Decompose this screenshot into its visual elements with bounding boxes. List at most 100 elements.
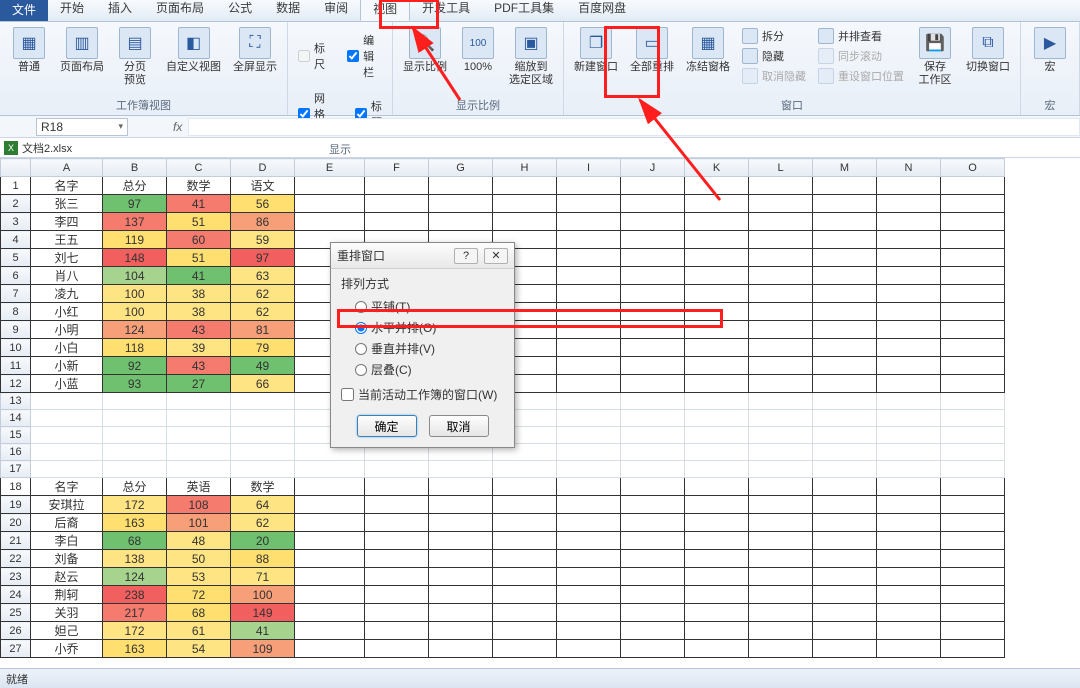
cell[interactable]	[493, 640, 557, 658]
cell[interactable]	[429, 604, 493, 622]
cell[interactable]	[685, 514, 749, 532]
cell[interactable]	[813, 195, 877, 213]
btn-custom-views[interactable]: ◧自定义视图	[162, 25, 225, 76]
cell[interactable]	[685, 177, 749, 195]
cell[interactable]	[557, 568, 621, 586]
row-header-1[interactable]: 1	[1, 177, 31, 195]
cell[interactable]	[365, 568, 429, 586]
cell[interactable]: 50	[167, 550, 231, 568]
cell[interactable]	[749, 357, 813, 375]
cell[interactable]	[429, 213, 493, 231]
cell[interactable]: 64	[231, 496, 295, 514]
cell[interactable]	[877, 393, 941, 410]
cell[interactable]	[621, 410, 685, 427]
cell[interactable]	[749, 514, 813, 532]
cell[interactable]	[877, 550, 941, 568]
cell[interactable]	[813, 550, 877, 568]
cell[interactable]	[813, 568, 877, 586]
tab-file[interactable]: 文件	[0, 0, 48, 21]
cell[interactable]	[685, 393, 749, 410]
cell[interactable]: 62	[231, 285, 295, 303]
cell[interactable]	[685, 321, 749, 339]
cell[interactable]: 安琪拉	[31, 496, 103, 514]
cell[interactable]: 38	[167, 303, 231, 321]
cell[interactable]	[877, 285, 941, 303]
radio-tiled[interactable]: 平铺(T)	[341, 296, 504, 317]
col-header-F[interactable]: F	[365, 159, 429, 177]
cell[interactable]: 48	[167, 532, 231, 550]
col-header-I[interactable]: I	[557, 159, 621, 177]
cell[interactable]	[877, 231, 941, 249]
cell[interactable]	[749, 195, 813, 213]
cell[interactable]	[621, 478, 685, 496]
cell[interactable]	[685, 231, 749, 249]
cell[interactable]	[295, 532, 365, 550]
cell[interactable]: 100	[103, 303, 167, 321]
cell[interactable]	[877, 514, 941, 532]
cell[interactable]	[621, 640, 685, 658]
cell[interactable]	[493, 622, 557, 640]
cell[interactable]	[557, 393, 621, 410]
cell[interactable]	[621, 303, 685, 321]
cell[interactable]	[365, 496, 429, 514]
col-header-B[interactable]: B	[103, 159, 167, 177]
cell[interactable]	[941, 478, 1005, 496]
cell[interactable]: 20	[231, 532, 295, 550]
cell[interactable]	[685, 444, 749, 461]
cell[interactable]: 小白	[31, 339, 103, 357]
row-header-27[interactable]: 27	[1, 640, 31, 658]
cell[interactable]	[685, 604, 749, 622]
cell[interactable]	[813, 285, 877, 303]
formula-input[interactable]	[188, 118, 1080, 136]
cell[interactable]	[167, 393, 231, 410]
cell[interactable]	[685, 478, 749, 496]
cell[interactable]	[557, 195, 621, 213]
cell[interactable]: 59	[231, 231, 295, 249]
btn-page-layout[interactable]: ▥页面布局	[56, 25, 108, 76]
cell[interactable]	[749, 375, 813, 393]
cell[interactable]	[749, 285, 813, 303]
cell[interactable]	[295, 195, 365, 213]
cell[interactable]	[429, 568, 493, 586]
row-header-22[interactable]: 22	[1, 550, 31, 568]
cell[interactable]: 刘七	[31, 249, 103, 267]
cell[interactable]: 101	[167, 514, 231, 532]
cell[interactable]	[941, 410, 1005, 427]
cell[interactable]	[429, 514, 493, 532]
cell[interactable]	[31, 427, 103, 444]
cell[interactable]: 118	[103, 339, 167, 357]
cell[interactable]	[295, 604, 365, 622]
cell[interactable]	[231, 427, 295, 444]
chk-active-workbook-only[interactable]: 当前活动工作簿的窗口(W)	[341, 380, 504, 409]
cell[interactable]	[941, 339, 1005, 357]
cell[interactable]	[557, 461, 621, 478]
row-header-24[interactable]: 24	[1, 586, 31, 604]
cell[interactable]	[685, 427, 749, 444]
cell[interactable]: 刘备	[31, 550, 103, 568]
cell[interactable]	[31, 410, 103, 427]
cell[interactable]	[685, 550, 749, 568]
cell[interactable]	[231, 393, 295, 410]
cell[interactable]	[941, 231, 1005, 249]
cell[interactable]: 27	[167, 375, 231, 393]
cell[interactable]	[877, 357, 941, 375]
row-header-18[interactable]: 18	[1, 478, 31, 496]
cell[interactable]	[493, 478, 557, 496]
cell[interactable]	[429, 532, 493, 550]
btn-save-workspace[interactable]: 💾保存 工作区	[912, 25, 958, 89]
cell[interactable]	[365, 213, 429, 231]
cell[interactable]	[813, 640, 877, 658]
cell[interactable]	[557, 213, 621, 231]
cell[interactable]	[685, 375, 749, 393]
btn-page-break-preview[interactable]: ▤分页 预览	[112, 25, 158, 89]
cell[interactable]	[877, 640, 941, 658]
cell[interactable]	[685, 586, 749, 604]
cell[interactable]	[877, 177, 941, 195]
cell[interactable]	[941, 393, 1005, 410]
cell[interactable]	[813, 586, 877, 604]
btn-arrange-all[interactable]: ▭全部重排	[626, 25, 678, 76]
cell[interactable]	[877, 267, 941, 285]
cell[interactable]	[749, 640, 813, 658]
row-header-12[interactable]: 12	[1, 375, 31, 393]
cell[interactable]	[749, 177, 813, 195]
